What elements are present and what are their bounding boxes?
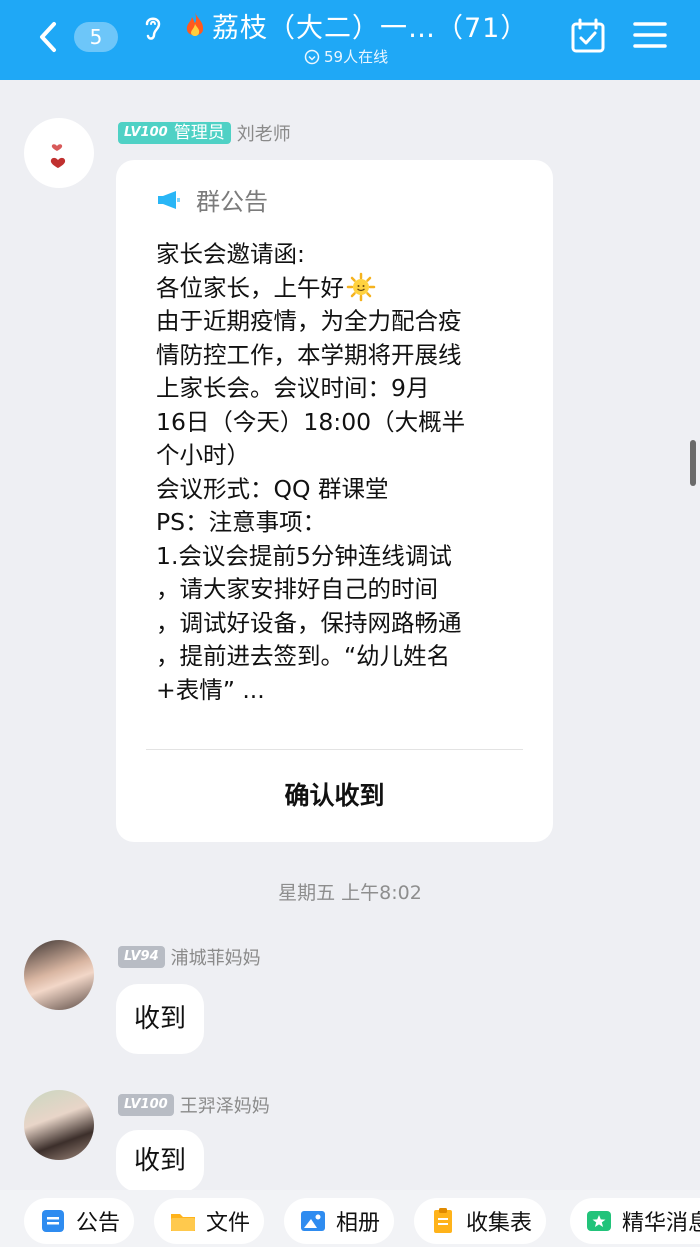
toolbar-album[interactable]: 相册: [284, 1198, 395, 1244]
scrollbar[interactable]: [690, 440, 696, 486]
level-text: LV100: [124, 125, 168, 140]
notice-line: 上家长会。会议时间：9月: [156, 374, 430, 402]
notice-header: 群公告: [156, 182, 268, 217]
reply-meta: LV94 浦城菲妈妈: [118, 944, 261, 970]
toolbar-label: 文件: [206, 1211, 251, 1236]
ear-icon[interactable]: [140, 12, 166, 42]
folder-icon: [171, 1214, 195, 1231]
confirm-received-button[interactable]: 确认收到: [116, 760, 553, 832]
sender-name[interactable]: 浦城菲妈妈: [171, 944, 261, 970]
calendar-icon[interactable]: [570, 18, 606, 54]
toolbar-form[interactable]: 收集表: [414, 1198, 547, 1244]
message-timestamp: 星期五 上午8:02: [278, 882, 422, 904]
announcement-icon: [42, 1210, 64, 1232]
admin-badge: LV100 管理员: [118, 122, 231, 144]
avatar-teacher[interactable]: [24, 118, 94, 188]
megaphone-icon: [158, 190, 180, 209]
notice-line: PS：注意事项：: [156, 508, 327, 536]
online-status: 59人在线: [304, 46, 388, 67]
notice-line: +表情” ...: [156, 675, 265, 704]
teacher-meta: LV100 管理员 刘老师: [118, 120, 291, 146]
notice-line: 各位家长，上午好: [156, 272, 536, 306]
online-count: 59人在线: [324, 48, 389, 66]
level-badge: LV100: [118, 1094, 174, 1116]
notice-line: ，请大家安排好自己的时间: [156, 575, 438, 603]
notice-line: 16日（今天）18:00（大概半: [156, 407, 466, 436]
hearts-icon: [50, 144, 66, 168]
notice-line: ，提前进去签到。“幼儿姓名: [156, 642, 451, 670]
level-badge: LV94: [118, 946, 165, 968]
group-title[interactable]: 荔枝（大二）一…（71）: [212, 6, 528, 45]
toolbar-label: 公告: [76, 1211, 121, 1236]
menu-icon[interactable]: [633, 20, 667, 50]
toolbar-label: 精华消息: [622, 1211, 700, 1236]
message-bubble[interactable]: 收到: [116, 1130, 205, 1192]
notice-body: 家长会邀请函: 各位家长，上午好 由于近期疫情，为全力配合疫 情防控工作，本学期…: [156, 238, 536, 707]
notice-line: 会议形式：QQ 群课堂: [156, 474, 389, 503]
album-icon: [301, 1211, 325, 1231]
avatar-user[interactable]: [24, 940, 94, 1010]
message-bubble[interactable]: 收到: [116, 984, 205, 1054]
notice-title: 群公告: [196, 188, 268, 216]
notice-line: 由于近期疫情，为全力配合疫: [156, 307, 462, 335]
notice-line: 家长会邀请函:: [156, 240, 305, 268]
toolbar-featured[interactable]: 精华消息: [570, 1198, 700, 1244]
fire-icon: [186, 12, 204, 36]
group-toolbar: 公告 文件 相册 收集表 精华消息: [0, 1190, 700, 1247]
notice-line: 1.会议会提前5分钟连线调试: [156, 541, 452, 570]
notice-line: ，调试好设备，保持网路畅通: [156, 608, 462, 637]
online-icon: [304, 49, 320, 64]
back-icon[interactable]: [34, 20, 64, 54]
chat-header: 5 荔枝（大二）一…（71） 59人在线: [0, 0, 700, 80]
group-notice-card[interactable]: 群公告 家长会邀请函: 各位家长，上午好 由于近期疫情，为全力配合疫 情防控工作…: [116, 160, 553, 842]
notice-divider: [146, 749, 523, 750]
unread-badge[interactable]: 5: [74, 22, 118, 52]
avatar-user[interactable]: [24, 1090, 94, 1160]
form-icon: [434, 1208, 452, 1233]
toolbar-label: 收集表: [466, 1211, 533, 1236]
sender-name[interactable]: 刘老师: [237, 120, 291, 146]
toolbar-files[interactable]: 文件: [154, 1198, 265, 1244]
toolbar-announcement[interactable]: 公告: [24, 1198, 135, 1244]
reply-meta: LV100 王羿泽妈妈: [118, 1092, 270, 1118]
notice-line: 情防控工作，本学期将开展线: [156, 340, 462, 369]
role-text: 管理员: [173, 123, 225, 143]
toolbar-label: 相册: [336, 1211, 381, 1236]
notice-line: 个小时）: [156, 441, 250, 469]
sun-icon: [346, 272, 376, 301]
featured-icon: [587, 1211, 611, 1231]
sender-name[interactable]: 王羿泽妈妈: [180, 1092, 270, 1118]
